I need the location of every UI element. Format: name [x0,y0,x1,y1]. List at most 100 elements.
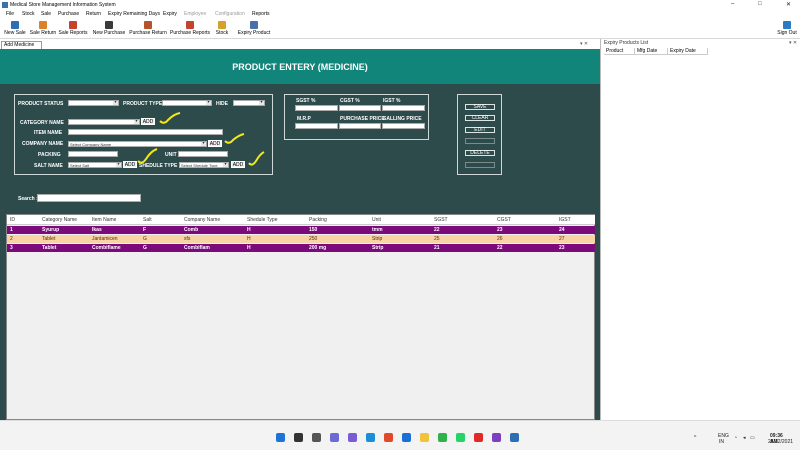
edge-icon[interactable] [366,433,375,442]
chrome-icon[interactable] [438,433,447,442]
column-header-company-name[interactable]: Company Name [184,217,220,223]
cell-unit: Strip [372,245,384,251]
office-icon[interactable] [384,433,393,442]
pdf-reader-icon[interactable] [474,433,483,442]
product-status-label: PRODUCT STATUS [18,101,64,107]
shedule-type-select[interactable]: Select Shedule Type [179,162,229,168]
save-button[interactable]: SAVE [465,104,495,110]
menu-reports[interactable]: Reports [252,11,270,17]
cell-company-name: Combiflam [184,245,210,251]
menu-expiry[interactable]: Expiry [163,11,177,17]
edit-button[interactable]: EDIT [465,127,495,133]
cell-shedule-type: H [247,245,251,251]
menu-file[interactable]: File [6,11,14,17]
column-header-unit[interactable]: Unit [372,217,381,223]
clear-button[interactable]: CLEAR [465,115,495,121]
table-row[interactable]: 3 Tablet Combiflame G Combiflam H 200 mg… [7,244,595,252]
tab-controls[interactable]: ▾ ✕ [580,41,588,47]
report-icon [186,21,194,29]
mrp-input[interactable] [295,123,338,129]
close-button[interactable]: ✕ [786,1,791,8]
column-header-mfg-date[interactable]: Mfg Date [635,48,668,55]
search-input[interactable] [37,194,141,202]
column-header-item-name[interactable]: Item Name [92,217,116,223]
product-type-select[interactable] [162,100,212,106]
column-header-category-name[interactable]: Category Name [42,217,77,223]
cell-igst: 24 [559,227,565,233]
menu-return[interactable]: Return [86,11,101,17]
add-company-button[interactable]: ADD [208,140,222,147]
delete-button[interactable]: DELETE [465,150,495,156]
panel-controls[interactable]: ▾ ✕ [789,40,797,46]
sale-reports-button[interactable]: Sale Reports [58,20,88,38]
column-header-igst[interactable]: IGST [559,217,571,223]
table-row[interactable]: 1 Syurup Ikas F Comb H 150 tmm 22 23 24 [7,226,595,234]
product-type-label: PRODUCT TYPE [123,101,163,107]
cgst-input[interactable] [339,105,381,111]
new-purchase-button[interactable]: New Purchase [92,20,126,38]
menu-employee[interactable]: Employee [184,11,206,17]
wifi-icon[interactable]: ◔ [734,435,737,441]
add-salt-button[interactable]: ADD [123,161,137,168]
file-explorer-icon[interactable] [420,433,429,442]
minimize-button[interactable]: – [731,1,734,7]
column-header-salt[interactable]: Salt [143,217,152,223]
column-header-cgst[interactable]: CGST [497,217,511,223]
app-window-icon[interactable] [510,433,519,442]
search-icon[interactable] [294,433,303,442]
battery-icon[interactable]: ▭ [750,435,755,441]
tab-add-medicine[interactable]: Add Medicine [1,41,42,49]
column-header-sgst[interactable]: SGST [434,217,448,223]
return-icon [144,21,152,29]
cell-unit: tmm [372,227,383,233]
widgets-icon[interactable] [330,433,339,442]
expiry-product-button[interactable]: Expiry Product [236,20,272,38]
hide-select[interactable] [233,100,265,106]
report-icon [69,21,77,29]
column-header-id[interactable]: ID [10,217,15,223]
cell-salt: G [143,236,147,242]
column-header-packing[interactable]: Packing [309,217,327,223]
unit-input[interactable] [178,151,228,157]
igst-input[interactable] [382,105,425,111]
salt-name-select[interactable]: Select Salt [68,162,122,168]
menu-sale[interactable]: Sale [41,11,51,17]
chat-icon[interactable] [348,433,357,442]
task-view-icon[interactable] [312,433,321,442]
volume-icon[interactable]: ◂ [743,435,746,441]
cell-packing: 250 [309,236,318,242]
purchase-price-input[interactable] [339,123,381,129]
menu-stock[interactable]: Stock [22,11,35,17]
sign-out-icon [783,21,791,29]
menu-purchase[interactable]: Purchase [58,11,79,17]
stock-button[interactable]: Stock [212,20,232,38]
add-category-button[interactable]: ADD [141,118,155,125]
purchase-reports-button[interactable]: Purchase Reports [169,20,211,38]
packing-input[interactable] [68,151,118,157]
item-name-input[interactable] [68,129,223,135]
whatsapp-icon[interactable] [456,433,465,442]
maximize-button[interactable]: □ [758,1,762,7]
store-icon[interactable] [402,433,411,442]
new-sale-button[interactable]: New Sale [3,20,27,38]
menu-expiry-remaining-days[interactable]: Expiry Remaining Days [108,11,160,17]
column-header-product[interactable]: Product [604,48,635,55]
category-name-select[interactable] [68,119,140,125]
column-header-expiry-date[interactable]: Expiry Date [668,48,708,55]
menu-configuration[interactable]: Configuration [215,11,245,17]
sign-out-button[interactable]: Sign Out [776,20,798,38]
column-header-shedule-type[interactable]: Shedule Type [247,217,278,223]
sale-return-button[interactable]: Sale Return [28,20,58,38]
window-title-bar: Medical Store Management Information Sys… [0,0,800,10]
chevron-up-icon[interactable]: ^ [694,435,696,441]
sgst-input[interactable] [295,105,338,111]
menu-bar: File Stock Sale Purchase Return Expiry R… [0,10,800,19]
start-icon[interactable] [276,433,285,442]
purchase-return-button[interactable]: Purchase Return [128,20,168,38]
product-status-select[interactable] [68,100,119,106]
table-row[interactable]: 2 Tablet Jantamicen G sfs H 250 Strip 25… [7,235,595,243]
visual-studio-icon[interactable] [492,433,501,442]
cell-category-name: Tablet [42,245,57,251]
add-shedule-button[interactable]: ADD [231,161,245,168]
selling-price-input[interactable] [382,123,425,129]
